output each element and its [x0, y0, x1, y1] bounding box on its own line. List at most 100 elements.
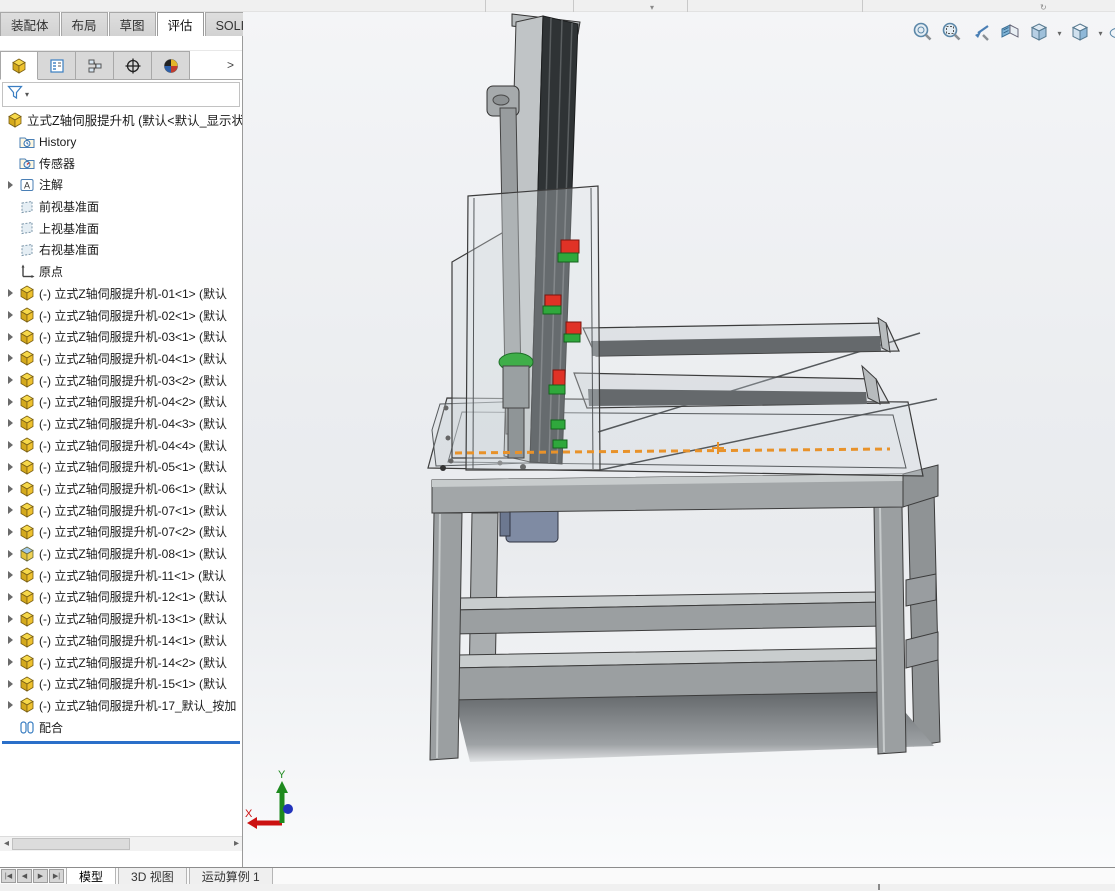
tree-item[interactable]: (-) 立式Z轴伺服提升机-04<4> (默认 [0, 434, 242, 456]
tree-item-label: (-) 立式Z轴伺服提升机-06<1> (默认 [39, 482, 228, 497]
tree-item[interactable]: 原点 [0, 261, 242, 283]
display-style-icon[interactable] [1067, 20, 1093, 46]
tree-item-label: (-) 立式Z轴伺服提升机-02<1> (默认 [39, 308, 228, 323]
command-tab-1[interactable]: 布局 [60, 12, 108, 36]
assembly-icon [18, 676, 35, 692]
assembly-icon [18, 372, 35, 388]
scroll-right-icon[interactable]: ▸ [230, 837, 242, 851]
tree-item[interactable]: (-) 立式Z轴伺服提升机-15<1> (默认 [0, 673, 242, 695]
tree-item-label: (-) 立式Z轴伺服提升机-15<1> (默认 [39, 677, 228, 692]
panel-tabs-overflow-icon[interactable]: > [190, 51, 242, 80]
view-orientation-icon-caret[interactable]: ▾ [1055, 20, 1064, 46]
tab-featuremanager[interactable] [0, 51, 38, 80]
filter-funnel-icon[interactable] [7, 84, 23, 105]
tree-item[interactable]: 上视基准面 [0, 217, 242, 239]
command-tab-3[interactable]: 评估 [156, 12, 204, 36]
tree-item[interactable]: (-) 立式Z轴伺服提升机-14<2> (默认 [0, 651, 242, 673]
expand-arrow-icon[interactable] [5, 289, 16, 298]
command-tab-2[interactable]: 草图 [108, 12, 156, 36]
zoom-fit-icon[interactable] [910, 20, 936, 46]
view-orientation-icon[interactable] [1026, 20, 1052, 46]
expand-arrow-icon[interactable] [5, 462, 16, 471]
graphics-viewport[interactable]: X Y [243, 12, 1115, 867]
tree-item[interactable]: A 注解 [0, 174, 242, 196]
display-style-icon-caret[interactable]: ▾ [1096, 20, 1105, 46]
tab-dimxpert[interactable] [114, 51, 152, 80]
expand-arrow-icon[interactable] [5, 311, 16, 320]
tree-item[interactable]: (-) 立式Z轴伺服提升机-02<1> (默认 [0, 304, 242, 326]
bottom-tab-0[interactable]: 模型 [66, 868, 117, 884]
filter-dropdown-caret[interactable]: ▾ [25, 90, 29, 99]
expand-arrow-icon[interactable] [5, 592, 16, 601]
expand-arrow-icon[interactable] [5, 419, 16, 428]
tree-item-label: (-) 立式Z轴伺服提升机-07<2> (默认 [39, 525, 228, 540]
tree-item[interactable]: (-) 立式Z轴伺服提升机-04<3> (默认 [0, 413, 242, 435]
tree-item[interactable]: (-) 立式Z轴伺服提升机-07<1> (默认 [0, 499, 242, 521]
tree-item[interactable]: (-) 立式Z轴伺服提升机-06<1> (默认 [0, 478, 242, 500]
toolbar-separator [485, 0, 486, 12]
tree-item[interactable]: (-) 立式Z轴伺服提升机-14<1> (默认 [0, 630, 242, 652]
expand-arrow-icon[interactable] [5, 484, 16, 493]
tree-item[interactable]: History [0, 131, 242, 153]
tree-item[interactable]: (-) 立式Z轴伺服提升机-01<1> (默认 [0, 283, 242, 305]
tree-item-label: (-) 立式Z轴伺服提升机-14<1> (默认 [39, 633, 228, 648]
expand-arrow-icon[interactable] [5, 506, 16, 515]
prev-tab-button[interactable]: ◀ [17, 869, 32, 883]
toolbar-dropdown-icon[interactable]: ▾ [650, 4, 657, 12]
folder-sensor-icon [18, 155, 35, 171]
toolbar-rebuild-icon[interactable]: ↻ [1040, 4, 1047, 12]
origin-icon [18, 264, 35, 280]
expand-arrow-icon[interactable] [5, 354, 16, 363]
tree-item[interactable]: 右视基准面 [0, 239, 242, 261]
tree-filter-field[interactable]: ▾ [2, 82, 240, 107]
rollback-bar[interactable] [2, 740, 240, 744]
tree-item[interactable]: (-) 立式Z轴伺服提升机-12<1> (默认 [0, 586, 242, 608]
tree-item[interactable]: 传感器 [0, 152, 242, 174]
tab-displaymanager[interactable] [152, 51, 190, 80]
3d-model-vertical-z-axis-lifter[interactable] [243, 12, 1115, 867]
expand-arrow-icon[interactable] [5, 180, 16, 189]
tab-propertymanager[interactable] [38, 51, 76, 80]
tree-item[interactable]: (-) 立式Z轴伺服提升机-17_默认_按加 [0, 695, 242, 717]
expand-arrow-icon[interactable] [5, 658, 16, 667]
bottom-tab-1[interactable]: 3D 视图 [118, 868, 187, 884]
tree-item[interactable]: (-) 立式Z轴伺服提升机-03<1> (默认 [0, 326, 242, 348]
tree-item[interactable]: (-) 立式Z轴伺服提升机-03<2> (默认 [0, 369, 242, 391]
tree-item[interactable]: 前视基准面 [0, 196, 242, 218]
command-tab-0[interactable]: 装配体 [0, 12, 60, 36]
panel-horizontal-scrollbar[interactable]: ◂ ▸ [0, 836, 242, 851]
next-tab-button[interactable]: ▶ [33, 869, 48, 883]
tree-root-item[interactable]: 立式Z轴伺服提升机 (默认<默认_显示状 [0, 109, 242, 131]
tree-item[interactable]: (-) 立式Z轴伺服提升机-04<1> (默认 [0, 348, 242, 370]
bottom-tab-2[interactable]: 运动算例 1 [188, 868, 273, 884]
expand-arrow-icon[interactable] [5, 376, 16, 385]
expand-arrow-icon[interactable] [5, 441, 16, 450]
expand-arrow-icon[interactable] [5, 527, 16, 536]
first-tab-button[interactable]: |◀ [1, 869, 16, 883]
expand-arrow-icon[interactable] [5, 614, 16, 623]
expand-arrow-icon[interactable] [5, 701, 16, 710]
previous-view-icon[interactable] [968, 20, 994, 46]
expand-arrow-icon[interactable] [5, 679, 16, 688]
expand-arrow-icon[interactable] [5, 549, 16, 558]
tree-item[interactable]: (-) 立式Z轴伺服提升机-08<1> (默认 [0, 543, 242, 565]
section-view-icon[interactable] [997, 20, 1023, 46]
tree-item-label: 右视基准面 [39, 243, 100, 258]
tree-item[interactable]: (-) 立式Z轴伺服提升机-04<2> (默认 [0, 391, 242, 413]
expand-arrow-icon[interactable] [5, 397, 16, 406]
tree-item[interactable]: (-) 立式Z轴伺服提升机-07<2> (默认 [0, 521, 242, 543]
scrollbar-thumb[interactable] [12, 838, 130, 850]
expand-arrow-icon[interactable] [5, 332, 16, 341]
zoom-area-icon[interactable] [939, 20, 965, 46]
tree-item[interactable]: 配合 [0, 716, 242, 738]
expand-arrow-icon[interactable] [5, 636, 16, 645]
mates-icon [18, 719, 35, 735]
tree-item[interactable]: (-) 立式Z轴伺服提升机-13<1> (默认 [0, 608, 242, 630]
hide-show-icon[interactable] [1108, 20, 1115, 46]
tab-configurations[interactable] [76, 51, 114, 80]
tree-item[interactable]: (-) 立式Z轴伺服提升机-05<1> (默认 [0, 456, 242, 478]
status-bar-sliver [0, 884, 1115, 891]
tree-item[interactable]: (-) 立式Z轴伺服提升机-11<1> (默认 [0, 564, 242, 586]
expand-arrow-icon[interactable] [5, 571, 16, 580]
last-tab-button[interactable]: ▶| [49, 869, 64, 883]
